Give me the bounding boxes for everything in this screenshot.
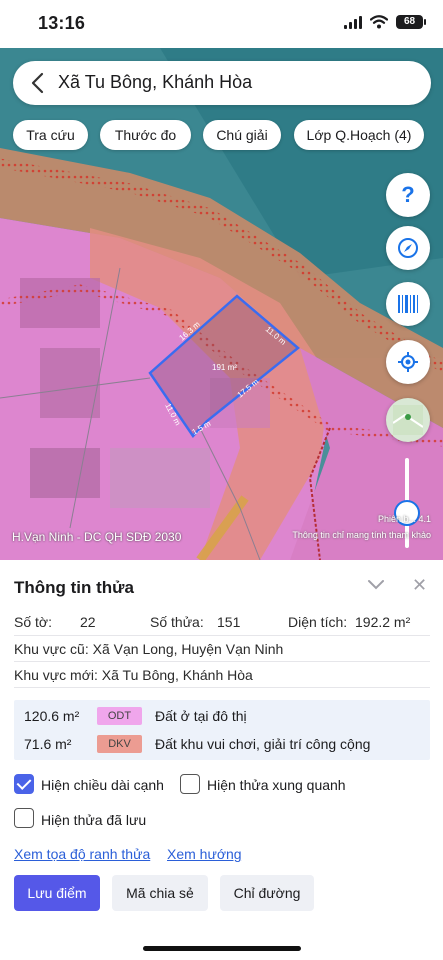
parcel-id-row: Số tờ: 22 Số thửa: 151 Diện tích: 192.2 …	[14, 614, 430, 630]
land-use-area: 71.6 m²	[24, 736, 72, 752]
old-area-value: Xã Vạn Long, Huyện Vạn Ninh	[92, 641, 284, 657]
compass-icon	[398, 238, 418, 258]
edge-length-label[interactable]: Hiện chiều dài cạnh	[41, 777, 164, 793]
new-area-value: Xã Tu Bông, Khánh Hòa	[101, 667, 253, 683]
chip-chu-giai[interactable]: Chú giải	[203, 120, 281, 150]
panel-title: Thông tin thửa	[14, 578, 134, 597]
view-direction-link[interactable]: Xem hướng	[167, 846, 242, 862]
close-icon[interactable]: ✕	[412, 575, 427, 596]
back-arrow-icon[interactable]	[29, 72, 49, 94]
chip-thuoc-do[interactable]: Thước đo	[100, 120, 191, 150]
edge-length-checkbox[interactable]	[14, 774, 34, 794]
share-code-button[interactable]: Mã chia sẻ	[112, 875, 208, 911]
neighbors-checkbox[interactable]	[180, 774, 200, 794]
crosshair-icon	[398, 352, 418, 372]
battery-icon: 68	[396, 15, 426, 29]
new-area-row: Khu vực mới: Xã Tu Bông, Khánh Hòa	[14, 667, 430, 683]
parcel-info-panel: Thông tin thửa ✕ Số tờ: 22 Số thửa: 151 …	[0, 560, 443, 960]
map-type-button[interactable]	[386, 398, 430, 442]
dien-tich-label: Diện tích:	[288, 614, 348, 630]
my-location-button[interactable]	[386, 340, 430, 384]
divider	[14, 661, 430, 662]
land-use-table: 120.6 m² ODT Đất ở tại đô thị 71.6 m² DK…	[14, 700, 430, 760]
directions-button[interactable]: Chỉ đường	[220, 875, 314, 911]
so-thua-value: 151	[217, 614, 241, 630]
cellular-signal-icon	[344, 15, 362, 29]
question-icon: ?	[401, 182, 415, 207]
land-use-desc: Đất khu vui chơi, giải trí công cộng	[155, 736, 371, 752]
satellite-map-icon	[393, 405, 423, 435]
so-to-value: 22	[80, 614, 96, 630]
location-title[interactable]: Xã Tu Bông, Khánh Hòa	[58, 72, 252, 93]
wifi-icon	[370, 15, 388, 29]
old-area-row: Khu vực cũ: Xã Vạn Long, Huyện Vạn Ninh	[14, 641, 430, 657]
land-use-desc: Đất ở tại đô thị	[155, 708, 247, 724]
app-version-label: Phiên b... 4.1	[377, 514, 431, 524]
help-button[interactable]: ?	[386, 173, 430, 217]
land-use-row: 120.6 m² ODT Đất ở tại đô thị	[14, 702, 430, 730]
so-thua-label: Số thửa:	[150, 614, 204, 630]
search-bar[interactable]: Xã Tu Bông, Khánh Hòa	[13, 61, 431, 105]
status-icons: 68	[344, 15, 426, 29]
home-indicator	[143, 946, 301, 951]
reference-note: Thông tin chỉ mang tính tham khảo	[292, 530, 431, 540]
land-use-code-badge: ODT	[97, 707, 142, 725]
chip-lop-quy-hoach[interactable]: Lớp Q.Hoạch (4)	[294, 120, 424, 150]
land-use-area: 120.6 m²	[24, 708, 80, 724]
saved-parcels-label[interactable]: Hiện thửa đã lưu	[41, 812, 146, 828]
so-to-label: Số tờ:	[14, 614, 52, 630]
divider	[14, 635, 430, 636]
status-time: 13:16	[38, 13, 86, 33]
barcode-scan-button[interactable]	[386, 282, 430, 326]
new-area-label: Khu vực mới:	[14, 667, 98, 683]
neighbors-label[interactable]: Hiện thửa xung quanh	[207, 777, 346, 793]
parcel-area-label: 191 m²	[212, 363, 237, 372]
map-view[interactable]: 16.3 m 11.0 m 17.5 m 1.5 m 11.0 m 191 m²…	[0, 48, 443, 560]
map-layer-caption: H.Vạn Ninh - DC QH SDĐ 2030	[12, 530, 182, 544]
old-area-label: Khu vực cũ:	[14, 641, 89, 657]
divider	[14, 687, 430, 688]
chip-tra-cuu[interactable]: Tra cứu	[13, 120, 88, 150]
chevron-down-icon[interactable]	[367, 577, 385, 591]
barcode-icon	[398, 295, 418, 313]
save-point-button[interactable]: Lưu điểm	[14, 875, 100, 911]
land-use-row: 71.6 m² DKV Đất khu vui chơi, giải trí c…	[14, 730, 430, 758]
saved-parcels-checkbox[interactable]	[14, 808, 34, 828]
status-bar: 13:16 68	[0, 0, 443, 48]
land-use-code-badge: DKV	[97, 735, 142, 753]
compass-button[interactable]	[386, 226, 430, 270]
dien-tich-value: 192.2 m²	[355, 614, 411, 630]
view-coordinates-link[interactable]: Xem tọa độ ranh thửa	[14, 846, 150, 862]
